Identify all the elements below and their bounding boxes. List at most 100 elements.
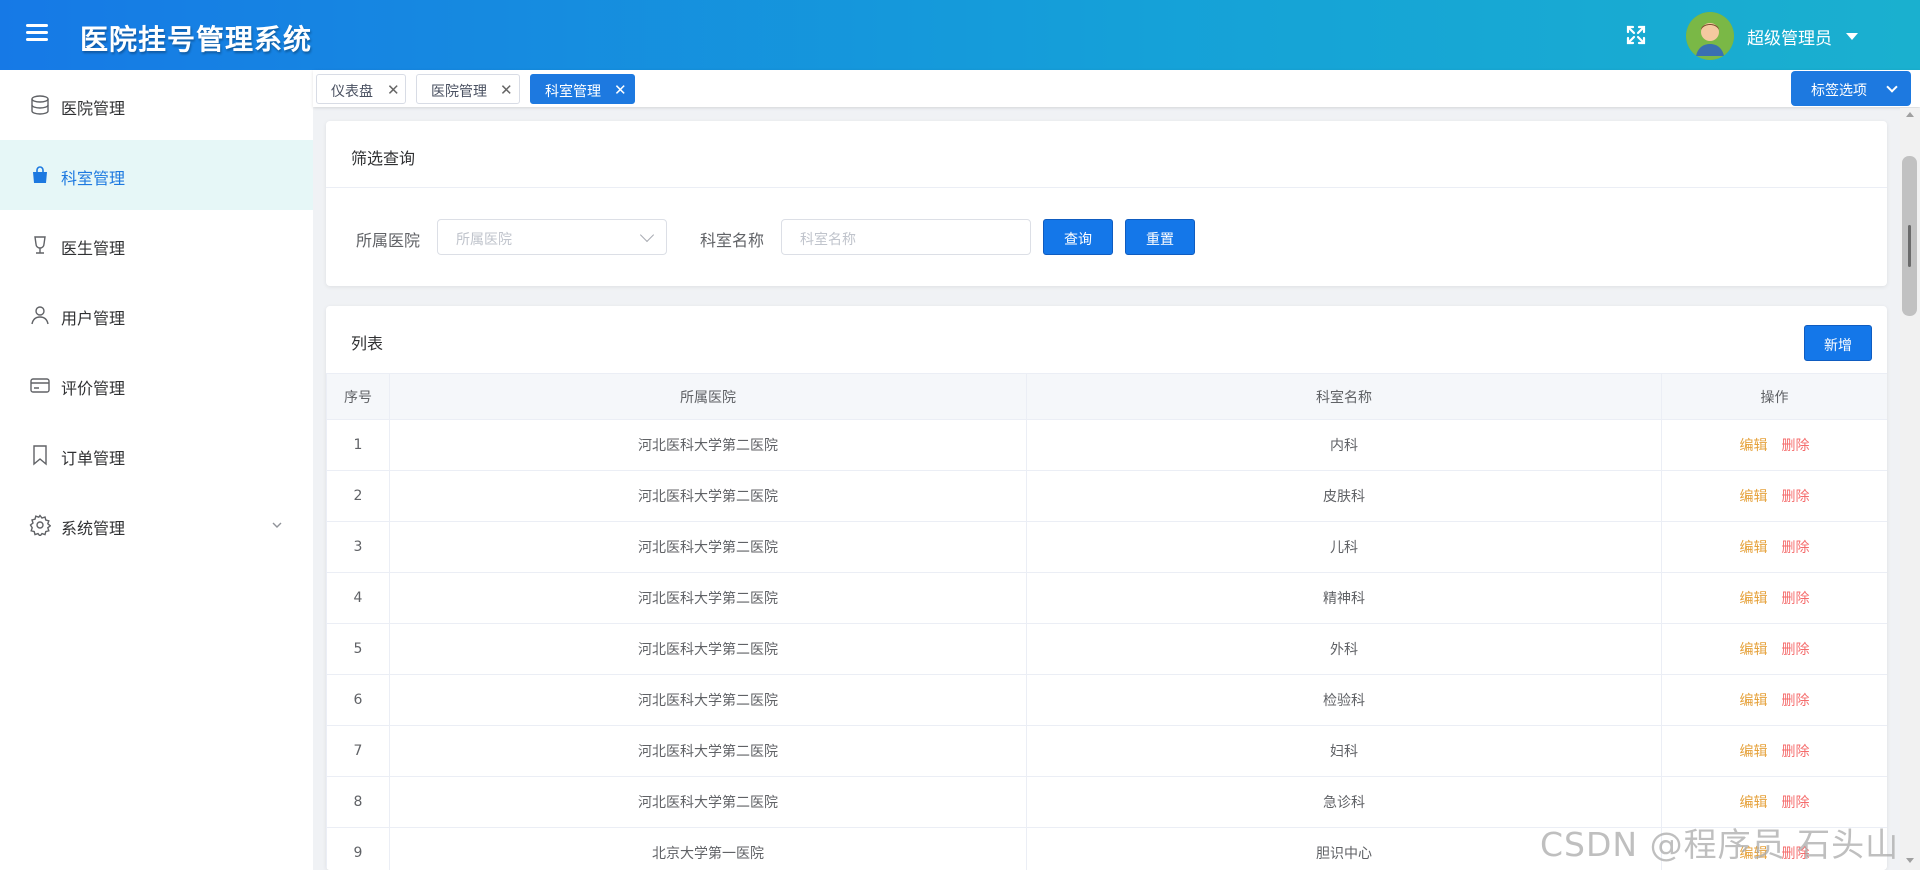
shopping-bag-icon (29, 164, 51, 186)
tab-dashboard[interactable]: 仪表盘 ✕ (316, 74, 406, 104)
sidebar-item-label: 医院管理 (61, 99, 126, 118)
dept-label: 科室名称 (700, 231, 765, 250)
delete-button[interactable]: 删除 (1782, 438, 1810, 454)
fullscreen-icon[interactable] (1624, 23, 1648, 47)
user-menu[interactable]: 超级管理员 (1747, 24, 1832, 49)
chevron-down-icon (1886, 81, 1898, 93)
close-icon[interactable]: ✕ (500, 81, 513, 99)
row-index-cell: 4 (326, 572, 390, 624)
sidebar-item-department[interactable]: 科室管理 (0, 140, 313, 210)
tab-label: 仪表盘 (331, 84, 373, 100)
delete-button[interactable]: 删除 (1782, 744, 1810, 760)
delete-button[interactable]: 删除 (1782, 591, 1810, 607)
row-actions-cell: 编辑 删除 (1661, 470, 1887, 522)
edit-button[interactable]: 编辑 (1740, 489, 1768, 505)
sidebar-item-label: 医生管理 (61, 239, 126, 258)
delete-button[interactable]: 删除 (1782, 693, 1810, 709)
row-actions-cell: 编辑 删除 (1661, 521, 1887, 573)
sidebar-item-doctor[interactable]: 医生管理 (0, 210, 313, 280)
list-title: 列表 (351, 334, 384, 353)
edit-button[interactable]: 编辑 (1740, 642, 1768, 658)
add-button[interactable]: 新增 (1804, 325, 1872, 361)
row-index-cell: 6 (326, 674, 390, 726)
row-hospital-cell: 河北医科大学第二医院 (389, 521, 1027, 573)
sidebar: 医院管理 科室管理 医生管理 用户管理 评价管理 订单管理 系统管理 (0, 70, 313, 870)
close-icon[interactable]: ✕ (387, 81, 400, 99)
row-hospital-cell: 河北医科大学第二医院 (389, 470, 1027, 522)
row-dept-cell: 皮肤科 (1026, 470, 1662, 522)
table-row: 2 河北医科大学第二医院 皮肤科 编辑 删除 (326, 470, 1887, 522)
query-button[interactable]: 查询 (1043, 219, 1113, 255)
tab-label: 医院管理 (431, 84, 487, 100)
row-dept-cell: 精神科 (1026, 572, 1662, 624)
chevron-down-icon (639, 227, 655, 243)
table-row: 5 河北医科大学第二医院 外科 编辑 删除 (326, 623, 1887, 675)
database-icon (29, 94, 51, 116)
table-row: 7 河北医科大学第二医院 妇科 编辑 删除 (326, 725, 1887, 777)
row-actions-cell: 编辑 删除 (1661, 674, 1887, 726)
row-dept-cell: 儿科 (1026, 521, 1662, 573)
close-icon[interactable]: ✕ (614, 81, 627, 99)
row-actions-cell: 编辑 删除 (1661, 623, 1887, 675)
tab-department[interactable]: 科室管理 ✕ (530, 74, 635, 104)
column-header-actions: 操作 (1661, 373, 1887, 420)
dept-placeholder: 科室名称 (800, 232, 856, 248)
dept-name-input[interactable]: 科室名称 (781, 219, 1031, 255)
list-card: 列表 新增 序号 所属医院 科室名称 操作 1 河北医科大学第二医院 内科 编辑 删除 2… (326, 306, 1887, 870)
delete-button[interactable]: 删除 (1782, 795, 1810, 811)
scroll-up-arrow-icon[interactable] (1906, 112, 1914, 117)
edit-button[interactable]: 编辑 (1740, 744, 1768, 760)
credit-card-icon (29, 374, 51, 396)
sidebar-item-hospital[interactable]: 医院管理 (0, 70, 313, 140)
row-index-cell: 1 (326, 419, 390, 471)
tab-hospital[interactable]: 医院管理 ✕ (416, 74, 520, 104)
edit-button[interactable]: 编辑 (1740, 591, 1768, 607)
sidebar-item-review[interactable]: 评价管理 (0, 350, 313, 420)
delete-button[interactable]: 删除 (1782, 540, 1810, 556)
table-row: 1 河北医科大学第二医院 内科 编辑 删除 (326, 419, 1887, 471)
sidebar-item-system[interactable]: 系统管理 (0, 490, 313, 560)
row-hospital-cell: 河北医科大学第二医院 (389, 776, 1027, 828)
avatar[interactable] (1686, 12, 1734, 60)
user-icon (29, 304, 51, 326)
row-hospital-cell: 河北医科大学第二医院 (389, 674, 1027, 726)
row-hospital-cell: 河北医科大学第二医院 (389, 419, 1027, 471)
table-row: 6 河北医科大学第二医院 检验科 编辑 删除 (326, 674, 1887, 726)
row-index-cell: 7 (326, 725, 390, 777)
sidebar-item-user[interactable]: 用户管理 (0, 280, 313, 350)
divider (326, 187, 1887, 188)
row-hospital-cell: 河北医科大学第二医院 (389, 623, 1027, 675)
reset-button[interactable]: 重置 (1125, 219, 1195, 255)
caret-down-icon[interactable] (1846, 33, 1858, 40)
delete-button[interactable]: 删除 (1782, 642, 1810, 658)
sidebar-item-label: 订单管理 (61, 449, 126, 468)
tab-label: 科室管理 (545, 84, 601, 100)
row-index-cell: 8 (326, 776, 390, 828)
sidebar-item-order[interactable]: 订单管理 (0, 420, 313, 490)
tab-options-label: 标签选项 (1811, 83, 1867, 99)
scroll-down-arrow-icon[interactable] (1906, 858, 1914, 863)
page-scrollbar[interactable] (1900, 108, 1920, 870)
table-header-row: 序号 所属医院 科室名称 操作 (326, 373, 1887, 420)
row-index-cell: 2 (326, 470, 390, 522)
edit-button[interactable]: 编辑 (1740, 693, 1768, 709)
hospital-select[interactable]: 所属医院 (437, 219, 667, 255)
sidebar-item-label: 系统管理 (61, 519, 126, 538)
row-index-cell: 3 (326, 521, 390, 573)
watermark: CSDN @程序员 石头山 (1540, 825, 1900, 864)
hamburger-menu-icon[interactable] (26, 22, 50, 44)
sidebar-item-label: 评价管理 (61, 379, 126, 398)
row-dept-cell: 检验科 (1026, 674, 1662, 726)
hospital-placeholder: 所属医院 (456, 232, 512, 248)
table-row: 4 河北医科大学第二医院 精神科 编辑 删除 (326, 572, 1887, 624)
delete-button[interactable]: 删除 (1782, 489, 1810, 505)
edit-button[interactable]: 编辑 (1740, 438, 1768, 454)
edit-button[interactable]: 编辑 (1740, 540, 1768, 556)
tab-options-button[interactable]: 标签选项 (1791, 71, 1911, 106)
sidebar-item-label: 科室管理 (61, 169, 126, 188)
row-hospital-cell: 河北医科大学第二医院 (389, 572, 1027, 624)
hospital-label: 所属医院 (356, 231, 421, 250)
edit-button[interactable]: 编辑 (1740, 795, 1768, 811)
row-dept-cell: 外科 (1026, 623, 1662, 675)
chevron-down-icon (270, 518, 284, 532)
